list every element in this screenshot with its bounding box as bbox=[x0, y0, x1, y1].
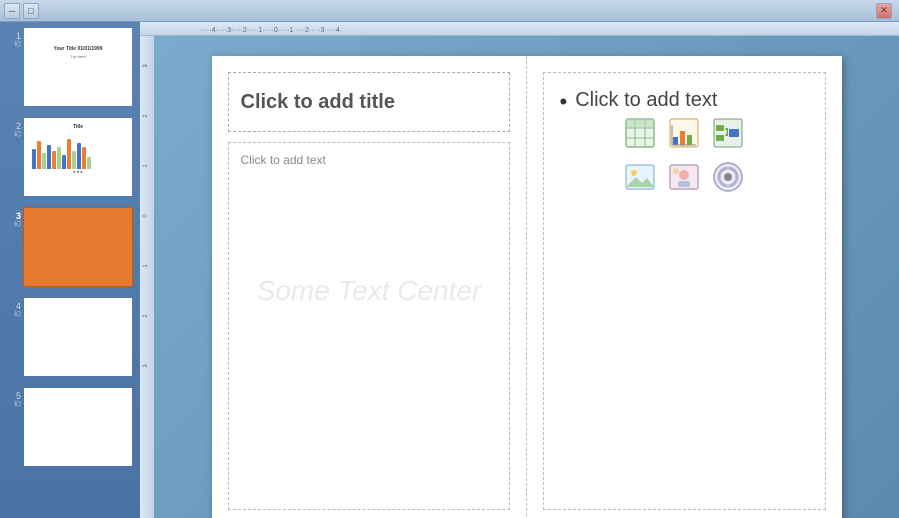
right-placeholder-text: Click to add text bbox=[575, 89, 717, 112]
slide2-title: Title bbox=[24, 124, 132, 130]
maximize-button[interactable]: □ bbox=[23, 3, 39, 19]
svg-text:·····4·····3·····2·····1·····0: ·····4·····3·····2·····1·····0·····1····… bbox=[200, 27, 340, 34]
slide-sub-3: 幻 bbox=[8, 219, 24, 229]
slide-sub-1: 幻 bbox=[8, 39, 24, 49]
title-placeholder-text: Click to add title bbox=[241, 91, 395, 114]
insert-media-icon[interactable] bbox=[710, 159, 746, 195]
slide-thumbnail-4[interactable] bbox=[24, 298, 132, 376]
ruler-body: 3 2 1 0 1 2 3 Some Text Center bbox=[140, 36, 899, 518]
minimize-button[interactable]: ─ bbox=[4, 3, 20, 19]
slide-sub-5: 幻 bbox=[8, 399, 24, 409]
slide-left-column: Click to add title Click to add text bbox=[212, 56, 527, 518]
slide1-subtitle: Try Here bbox=[24, 54, 132, 59]
title-placeholder[interactable]: Click to add title bbox=[228, 72, 510, 132]
slide-sub-4: 幻 bbox=[8, 309, 24, 319]
slide-thumb-5[interactable]: 5 幻 bbox=[8, 388, 132, 466]
ruler-top-svg: ·····4·····3·····2·····1·····0·····1····… bbox=[140, 22, 899, 36]
slide-thumbnail-3[interactable] bbox=[24, 208, 132, 286]
slide-thumbnail-5[interactable] bbox=[24, 388, 132, 466]
slide-editing-area: Some Text Center Click to add title Clic… bbox=[154, 36, 899, 518]
slide1-title: Your Title 01/01/1999 bbox=[24, 46, 132, 52]
close-button[interactable]: ✕ bbox=[876, 3, 892, 19]
slide-thumb-4[interactable]: 4 幻 bbox=[8, 298, 132, 376]
slide2-chart bbox=[24, 133, 132, 169]
icons-row-2 bbox=[622, 159, 746, 195]
insert-chart-icon[interactable] bbox=[666, 115, 702, 151]
insert-clipart-icon[interactable] bbox=[666, 159, 702, 195]
slide-layout: Click to add title Click to add text bbox=[212, 56, 842, 518]
slide-sub-2: 幻 bbox=[8, 129, 24, 139]
ruler-top: ·····4·····3·····2·····1·····0·····1····… bbox=[140, 22, 899, 36]
ruler-left: 3 2 1 0 1 2 3 bbox=[140, 36, 154, 518]
slide-thumbnail-2[interactable]: Title bbox=[24, 118, 132, 196]
text-placeholder-left-text: Click to add text bbox=[241, 153, 326, 167]
insert-table-icon[interactable] bbox=[622, 115, 658, 151]
content-icons-area bbox=[560, 115, 809, 195]
insert-picture-icon[interactable] bbox=[622, 159, 658, 195]
icons-row-1 bbox=[622, 115, 746, 151]
editor-area: ·····4·····3·····2·····1·····0·····1····… bbox=[140, 22, 899, 518]
slide-panel: 1 幻 Your Title 01/01/1999 Try Here 2 幻 T… bbox=[0, 22, 140, 518]
top-bar: ─ □ ✕ bbox=[0, 0, 899, 22]
main-area: 1 幻 Your Title 01/01/1999 Try Here 2 幻 T… bbox=[0, 22, 899, 518]
slide-right-column: • Click to add text bbox=[527, 56, 842, 518]
right-content-area[interactable]: • Click to add text bbox=[543, 72, 826, 510]
insert-smartart-icon[interactable] bbox=[710, 115, 746, 151]
bullet-point: • bbox=[560, 89, 568, 115]
slide-canvas: Some Text Center Click to add title Clic… bbox=[212, 56, 842, 518]
slide-thumb-1[interactable]: 1 幻 Your Title 01/01/1999 Try Here bbox=[8, 28, 132, 106]
slide-thumb-3[interactable]: 3 幻 bbox=[8, 208, 132, 286]
slide-thumb-2[interactable]: 2 幻 Title bbox=[8, 118, 132, 196]
slide-thumbnail-1[interactable]: Your Title 01/01/1999 Try Here bbox=[24, 28, 132, 106]
right-bullet-text-area: • Click to add text bbox=[560, 89, 809, 115]
ruler-left-svg: 3 2 1 0 1 2 3 bbox=[140, 36, 154, 518]
text-placeholder-left[interactable]: Click to add text bbox=[228, 142, 510, 510]
